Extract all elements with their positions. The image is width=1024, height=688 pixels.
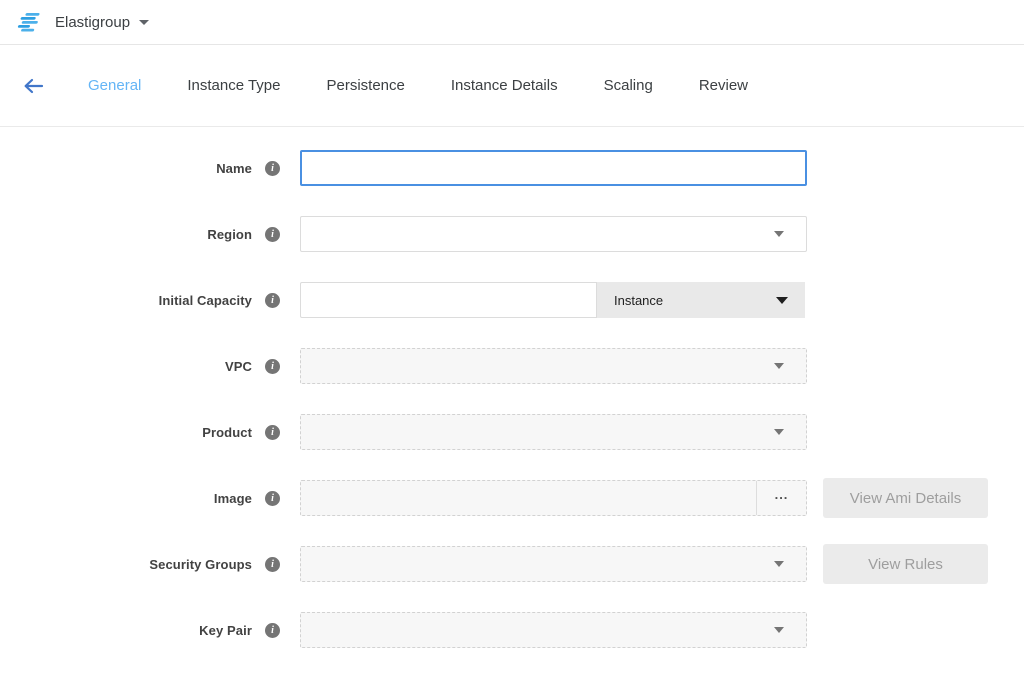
general-settings-form: Name i Region i Initial Capacity i Insta… [0,127,1024,648]
app-title: Elastigroup [55,14,130,31]
elastigroup-menu-trigger[interactable]: Elastigroup [16,12,149,33]
tab-review[interactable]: Review [699,77,748,94]
elastigroup-logo-icon [16,12,42,33]
region-label: Region [0,227,252,242]
vpc-info-icon[interactable]: i [265,359,280,374]
tab-persistence[interactable]: Persistence [327,77,405,94]
name-info-icon[interactable]: i [265,161,280,176]
arrow-left-icon [22,77,44,95]
image-input: ... [300,480,807,516]
form-row-name: Name i [0,150,1024,186]
ellipsis-icon: ... [775,490,789,500]
wizard-tabs: General Instance Type Persistence Instan… [88,77,794,94]
tab-instance-type[interactable]: Instance Type [187,77,280,94]
key-pair-select [300,612,807,648]
form-row-vpc: VPC i [0,348,1024,384]
initial-capacity-info-icon[interactable]: i [265,293,280,308]
form-row-security-groups: Security Groups i View Rules [0,546,1024,582]
product-info-icon[interactable]: i [265,425,280,440]
key-pair-info-icon[interactable]: i [265,623,280,638]
product-select [300,414,807,450]
image-value [301,481,756,515]
form-row-image: Image i ... View Ami Details [0,480,1024,516]
capacity-unit-select[interactable]: Instance [597,282,805,318]
image-info-icon[interactable]: i [265,491,280,506]
security-groups-info-icon[interactable]: i [265,557,280,572]
back-button[interactable] [20,73,46,99]
wizard-tabbar: General Instance Type Persistence Instan… [0,45,1024,127]
chevron-down-icon [774,231,784,237]
image-label: Image [0,491,252,506]
tab-instance-details[interactable]: Instance Details [451,77,558,94]
image-browse-button: ... [756,481,806,515]
name-label: Name [0,161,252,176]
chevron-down-icon [776,297,788,304]
form-row-key-pair: Key Pair i [0,612,1024,648]
product-label: Product [0,425,252,440]
tab-general[interactable]: General [88,77,141,94]
tab-scaling[interactable]: Scaling [604,77,653,94]
initial-capacity-label: Initial Capacity [0,293,252,308]
view-ami-details-button: View Ami Details [823,478,988,518]
form-row-region: Region i [0,216,1024,252]
chevron-down-icon [774,561,784,567]
chevron-down-icon [774,627,784,633]
form-row-product: Product i [0,414,1024,450]
initial-capacity-input[interactable] [300,282,597,318]
vpc-select [300,348,807,384]
security-groups-label: Security Groups [0,557,252,572]
region-info-icon[interactable]: i [265,227,280,242]
capacity-unit-value: Instance [614,293,663,308]
chevron-down-icon [139,20,149,25]
name-input[interactable] [300,150,807,186]
key-pair-label: Key Pair [0,623,252,638]
security-groups-select [300,546,807,582]
chevron-down-icon [774,429,784,435]
vpc-label: VPC [0,359,252,374]
region-select[interactable] [300,216,807,252]
form-row-initial-capacity: Initial Capacity i Instance [0,282,1024,318]
chevron-down-icon [774,363,784,369]
view-rules-button: View Rules [823,544,988,584]
app-header: Elastigroup [0,0,1024,45]
